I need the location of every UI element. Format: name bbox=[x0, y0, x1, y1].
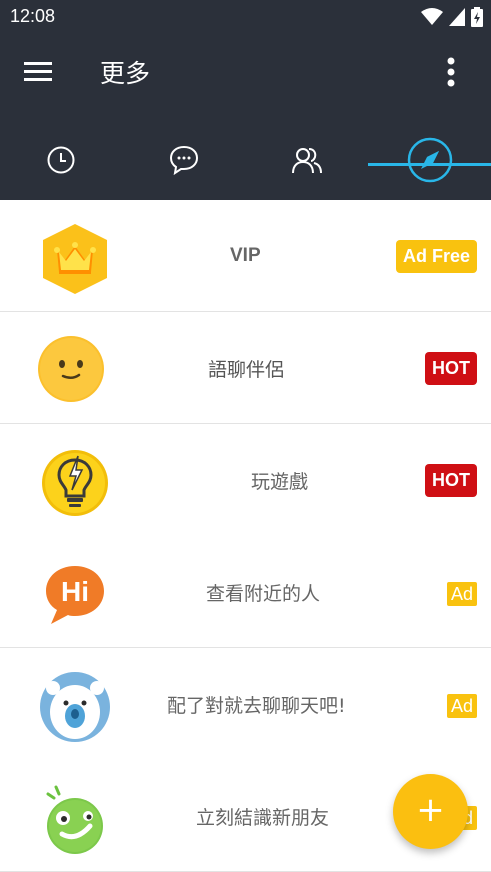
tab-bar bbox=[0, 119, 491, 200]
compass-icon bbox=[407, 137, 452, 182]
smiley-face-icon bbox=[38, 336, 104, 402]
add-fab-button[interactable]: + bbox=[393, 774, 468, 849]
clock-icon bbox=[47, 146, 75, 173]
status-bar: 12:08 bbox=[0, 0, 491, 34]
hot-badge: HOT bbox=[425, 464, 477, 497]
more-vertical-icon bbox=[447, 57, 455, 87]
people-icon bbox=[291, 147, 322, 173]
list-item-nearby-people[interactable]: Hi 查看附近的人 Ad bbox=[0, 536, 491, 648]
lightbulb-icon bbox=[42, 450, 108, 516]
ad-free-badge: Ad Free bbox=[395, 240, 477, 273]
hi-bubble-icon: Hi bbox=[46, 566, 104, 624]
list-item-label: 語聊伴侶 bbox=[208, 358, 285, 381]
list-item-voice-companion[interactable]: 語聊伴侶 HOT bbox=[0, 312, 491, 424]
list-item-vip[interactable]: VIP Ad Free bbox=[0, 200, 491, 312]
hot-badge: HOT bbox=[425, 352, 477, 385]
menu-button[interactable] bbox=[18, 52, 58, 92]
overflow-menu-button[interactable] bbox=[431, 52, 471, 92]
plus-icon: + bbox=[416, 790, 445, 830]
list-item-label: 立刻結識新朋友 bbox=[196, 806, 330, 829]
more-list: VIP Ad Free 語聊伴侶 HOT 玩遊戲 HOT Hi 查看附近的人 A… bbox=[0, 200, 491, 872]
green-face-icon bbox=[46, 785, 103, 854]
list-item-label: 配了對就去聊聊天吧! bbox=[167, 694, 346, 717]
chat-bubble-icon bbox=[170, 145, 199, 175]
wifi-icon bbox=[421, 8, 443, 25]
list-item-label: 玩遊戲 bbox=[251, 470, 309, 493]
list-item-matched-chat[interactable]: 配了對就去聊聊天吧! Ad bbox=[0, 648, 491, 760]
hamburger-menu-icon bbox=[24, 62, 52, 81]
list-item-label: 查看附近的人 bbox=[206, 582, 321, 605]
polar-bear-icon bbox=[40, 672, 110, 742]
ad-badge: Ad bbox=[446, 582, 477, 606]
tab-indicator bbox=[368, 163, 491, 166]
ad-badge: Ad bbox=[446, 694, 477, 718]
list-item-play-games[interactable]: 玩遊戲 HOT bbox=[0, 424, 491, 536]
crown-icon bbox=[43, 224, 107, 294]
tab-friends[interactable] bbox=[246, 119, 369, 200]
list-item-label: VIP bbox=[230, 245, 261, 266]
status-icons bbox=[421, 7, 483, 27]
tab-discover[interactable] bbox=[368, 119, 491, 200]
status-time: 12:08 bbox=[10, 6, 56, 26]
svg-text:Hi: Hi bbox=[61, 576, 89, 607]
tab-chats[interactable] bbox=[123, 119, 246, 200]
signal-icon bbox=[449, 8, 465, 26]
app-bar: 更多 bbox=[0, 34, 491, 200]
battery-icon bbox=[471, 7, 483, 27]
tab-recent[interactable] bbox=[0, 119, 123, 200]
page-title: 更多 bbox=[100, 59, 151, 88]
